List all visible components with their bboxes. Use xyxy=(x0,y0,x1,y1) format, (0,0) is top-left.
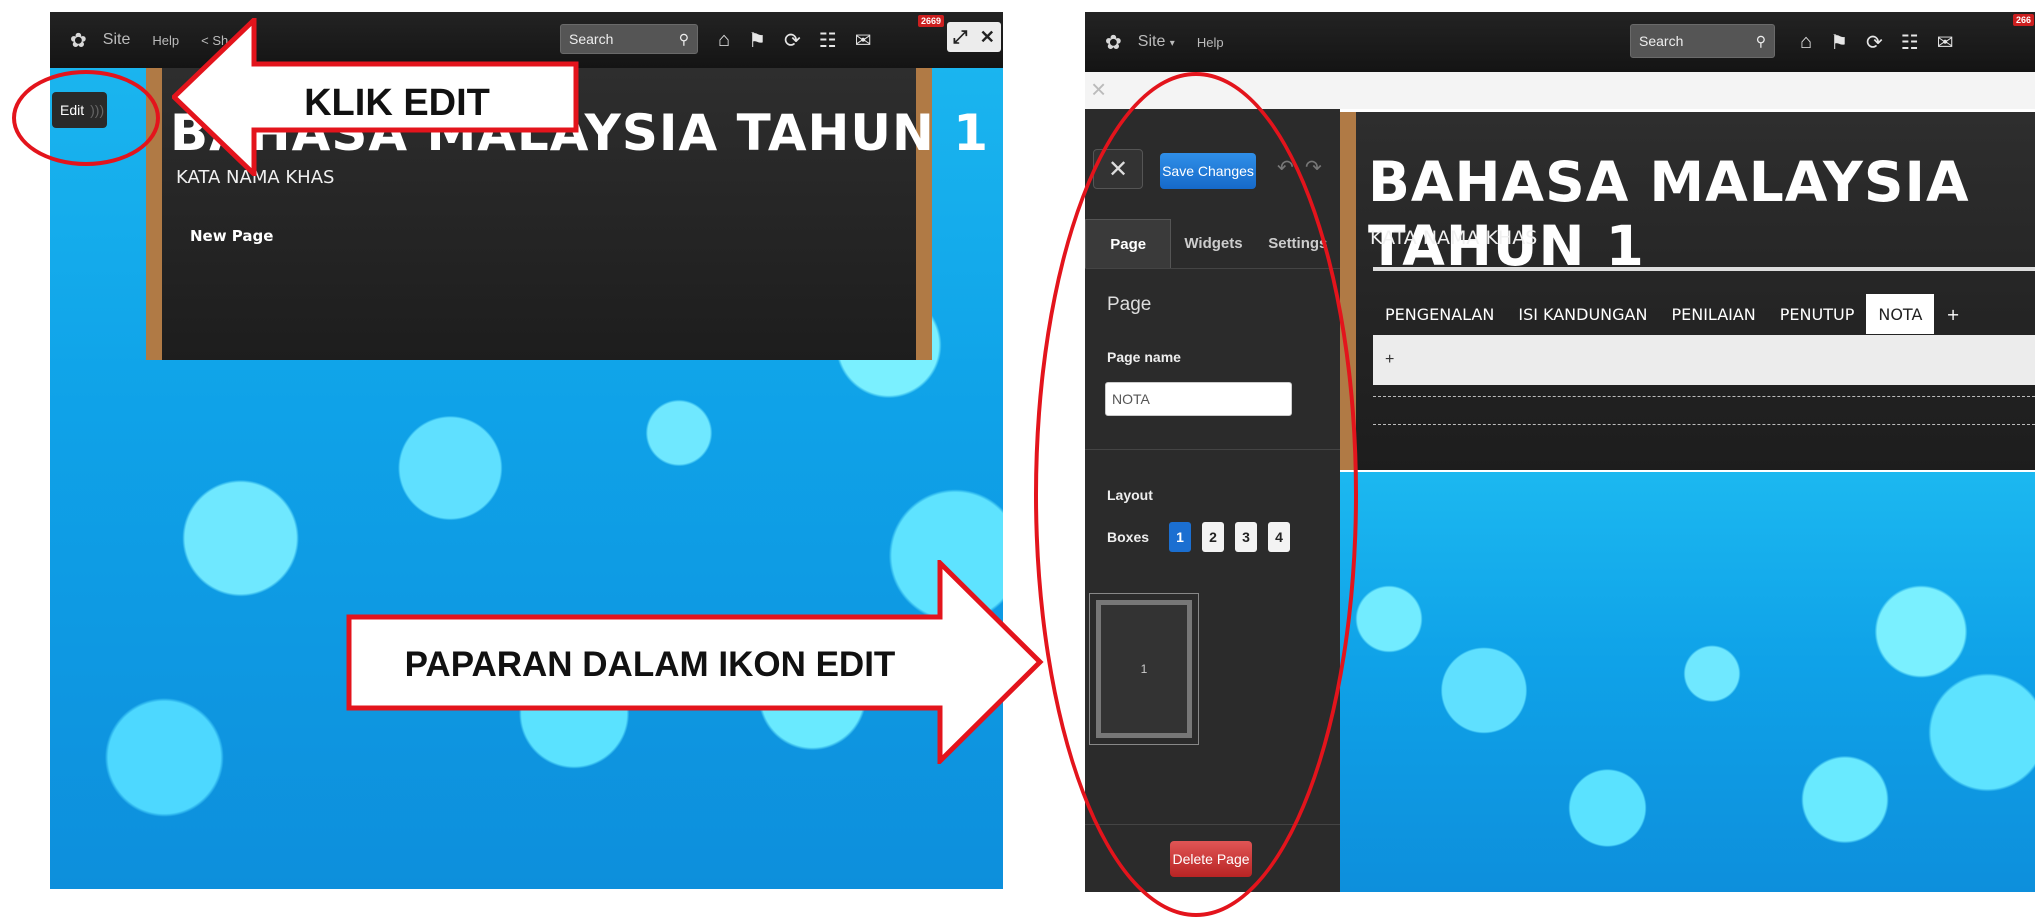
toolbar-icons-right: ⌂ ⚑ ⟳ ☷ ✉ xyxy=(1800,30,1954,55)
new-page-link[interactable]: New Page xyxy=(190,227,273,245)
site-subtitle-right: KATA NAMA KHAS xyxy=(1370,227,1538,249)
keyboard-icon-right[interactable]: ☷ xyxy=(1901,30,1919,55)
home-icon-right[interactable]: ⌂ xyxy=(1800,31,1812,54)
site-logo-icon-right[interactable]: ✿ xyxy=(1105,30,1122,55)
keyboard-icon[interactable]: ☷ xyxy=(819,28,837,53)
menu-item-pengenalan[interactable]: PENGENALAN xyxy=(1373,305,1506,324)
notification-badge-right: 266 xyxy=(2013,14,2035,26)
site-menu[interactable]: Site xyxy=(103,31,131,49)
site-menu-right[interactable]: Site ▾ xyxy=(1138,33,1175,51)
notification-badge: 2669 xyxy=(918,15,945,27)
close-icon[interactable]: ✕ xyxy=(980,27,995,48)
expand-icon[interactable]: ⤢ xyxy=(953,27,967,48)
chevron-down-icon: ▾ xyxy=(1169,38,1175,49)
menu-item-isi-kandungan[interactable]: ISI KANDUNGAN xyxy=(1506,305,1659,324)
chat-icon-right[interactable]: ✉ xyxy=(1937,30,1954,55)
menu-item-nota[interactable]: NOTA xyxy=(1866,294,1935,334)
toolbar-icons: ⌂ ⚑ ⟳ ☷ ✉ xyxy=(718,28,872,53)
menu-add-button[interactable]: + xyxy=(1934,305,1971,324)
header-rule xyxy=(1373,267,2035,271)
search-input-right[interactable]: Search ⚲ xyxy=(1630,24,1775,58)
edit-highlight-ellipse xyxy=(12,70,160,166)
submenu-bar: + xyxy=(1373,335,2035,385)
sidebar-highlight-ellipse xyxy=(1034,72,1358,917)
dotted-rule-1 xyxy=(1373,396,2035,397)
close-editor-icon[interactable]: × xyxy=(1091,74,1106,105)
paparan-label: PAPARAN DALAM IKON EDIT xyxy=(404,645,896,684)
window-controls: ⤢ ✕ xyxy=(947,22,1001,52)
refresh-icon[interactable]: ⟳ xyxy=(784,28,801,53)
dotted-rule-2 xyxy=(1373,424,2035,425)
site-title-right: BAHASA MALAYSIA TAHUN 1 xyxy=(1368,150,1970,278)
redo-icon[interactable]: ↷ xyxy=(1305,155,1322,180)
chat-icon[interactable]: ✉ xyxy=(855,28,872,53)
search-icon: ⚲ xyxy=(678,30,689,47)
submenu-add-button[interactable]: + xyxy=(1385,351,1394,368)
menu-item-penutup[interactable]: PENUTUP xyxy=(1768,305,1867,324)
klik-edit-label: KLIK EDIT xyxy=(304,82,490,124)
refresh-icon-right[interactable]: ⟳ xyxy=(1866,30,1883,55)
search-input[interactable]: Search ⚲ xyxy=(560,24,698,54)
navigation-menu: PENGENALAN ISI KANDUNGAN PENILAIAN PENUT… xyxy=(1373,294,1972,334)
flag-icon[interactable]: ⚑ xyxy=(748,28,766,53)
menu-item-penilaian[interactable]: PENILAIAN xyxy=(1659,305,1767,324)
home-icon[interactable]: ⌂ xyxy=(718,29,730,52)
flag-icon-right[interactable]: ⚑ xyxy=(1830,30,1848,55)
site-logo-icon[interactable]: ✿ xyxy=(70,28,87,53)
help-menu-right[interactable]: Help xyxy=(1197,35,1224,50)
search-icon-right: ⚲ xyxy=(1755,32,1766,49)
